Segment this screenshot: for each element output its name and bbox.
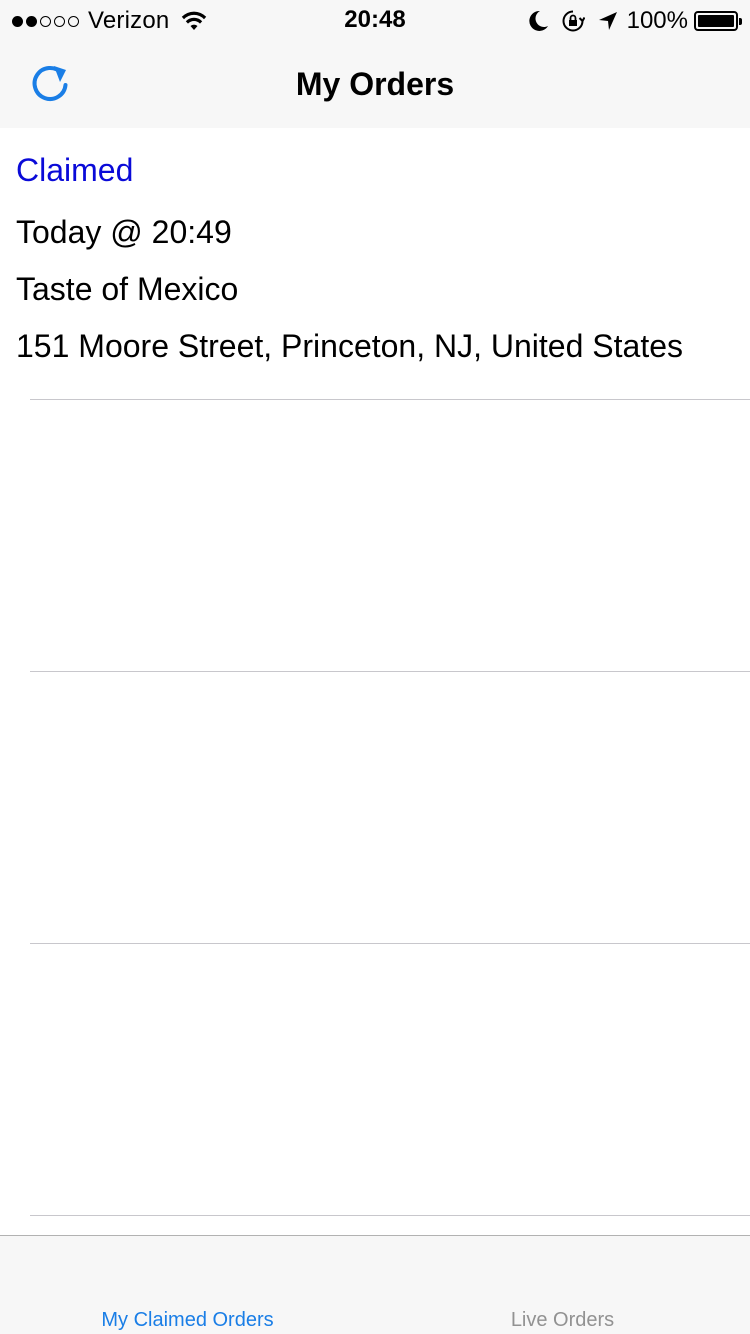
rotation-lock-icon bbox=[562, 10, 585, 32]
navigation-bar: My Orders bbox=[0, 40, 750, 128]
order-list-item[interactable]: Claimed Today @ 20:49 Taste of Mexico 15… bbox=[0, 128, 750, 400]
tab-live-orders[interactable]: Live Orders bbox=[375, 1236, 750, 1334]
tab-label: My Claimed Orders bbox=[101, 1309, 274, 1331]
battery-percentage: 100% bbox=[626, 7, 688, 34]
status-bar: Verizon 20:48 100% bbox=[0, 0, 750, 40]
tab-bar: My Claimed Orders Live Orders bbox=[0, 1235, 750, 1334]
order-restaurant: Taste of Mexico bbox=[16, 271, 239, 307]
screen: Verizon 20:48 100% My Orders Claimed Tod… bbox=[0, 0, 750, 1334]
empty-list-row bbox=[0, 400, 750, 671]
location-arrow-icon bbox=[598, 12, 617, 30]
status-right: 100% bbox=[528, 6, 742, 36]
empty-list-row bbox=[0, 672, 750, 943]
order-time: Today @ 20:49 bbox=[16, 214, 232, 250]
order-status: Claimed bbox=[16, 152, 134, 188]
tab-my-claimed-orders[interactable]: My Claimed Orders bbox=[0, 1236, 375, 1334]
order-address: 151 Moore Street, Princeton, NJ, United … bbox=[16, 328, 683, 364]
tab-label: Live Orders bbox=[510, 1309, 615, 1331]
page-title: My Orders bbox=[295, 66, 455, 102]
row-divider bbox=[30, 1215, 750, 1216]
moon-icon bbox=[528, 10, 548, 31]
battery-icon bbox=[694, 11, 742, 31]
empty-list-row bbox=[0, 944, 750, 1215]
